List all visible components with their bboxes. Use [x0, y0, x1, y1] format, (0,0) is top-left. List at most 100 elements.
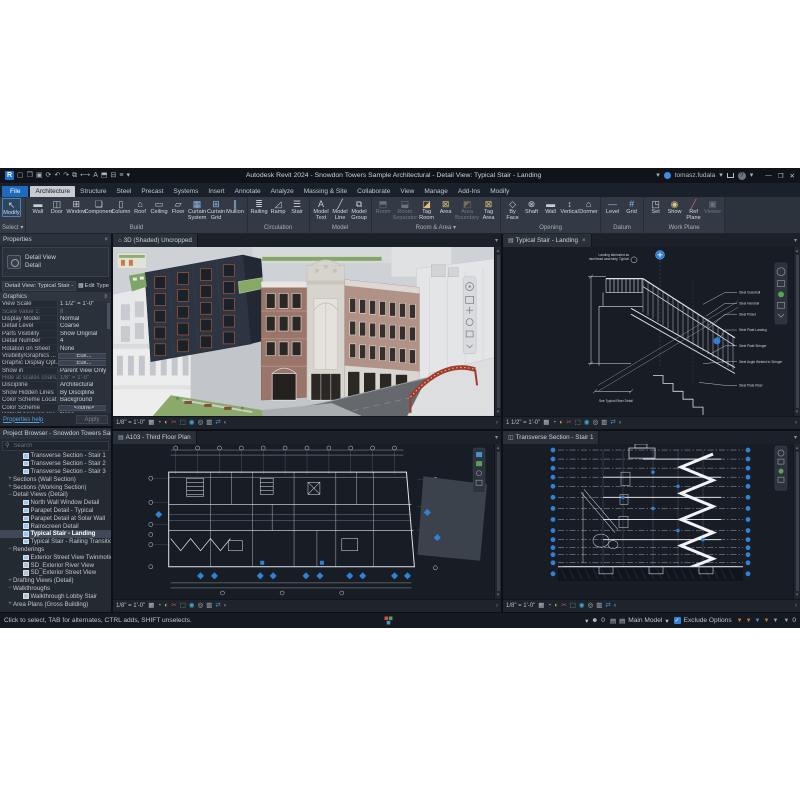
sun-path-icon[interactable]: ◐ — [554, 603, 558, 610]
chevron-down-icon[interactable]: ▾ — [719, 172, 723, 179]
checkbox-checked-icon[interactable]: ✓ — [674, 617, 681, 624]
ribbon-button[interactable]: ▬Wall — [541, 198, 560, 215]
crop-view-icon[interactable]: ✂ — [561, 603, 566, 610]
visual-style-icon[interactable]: ▦ — [148, 603, 154, 610]
ribbon-tab[interactable]: Analyze — [266, 186, 299, 197]
pan-right-icon[interactable]: › — [795, 420, 797, 426]
vertical-scrollbar[interactable]: ▴▾ — [494, 444, 501, 599]
scale-button[interactable]: 1/8" = 1'-0" — [116, 420, 145, 426]
reveal-constraints-icon[interactable]: ⇄ — [215, 420, 220, 427]
show-crop-region-icon[interactable]: ⬚ — [570, 603, 576, 610]
ribbon-button[interactable]: #Grid — [622, 198, 641, 215]
property-row[interactable]: Default Analysis Dis... None — [0, 412, 111, 413]
ribbon-button[interactable]: ◳Set — [646, 198, 665, 215]
signed-in-user[interactable]: tomasz.fudala — [675, 172, 715, 179]
worksharing-display-icon[interactable]: ▥ — [601, 420, 607, 427]
scroll-left-icon[interactable]: ‹ — [224, 420, 226, 427]
scale-button[interactable]: 1/8" = 1'-0" — [116, 603, 145, 609]
show-crop-region-icon[interactable]: ⬚ — [575, 420, 581, 427]
tree-item[interactable]: Transverse Section - Stair 2 — [0, 460, 111, 468]
reveal-hidden-icon[interactable]: ◉ — [579, 603, 585, 610]
reveal-constraints-icon[interactable]: ⇄ — [215, 603, 220, 610]
tree-item[interactable]: North Wall Window Detail — [0, 499, 111, 507]
worksharing-display-icon[interactable]: ▥ — [596, 603, 602, 610]
crop-view-icon[interactable]: ✂ — [566, 420, 571, 427]
worksharing-display-icon[interactable]: ▥ — [206, 603, 212, 610]
text[interactable]: A — [93, 172, 98, 179]
ribbon-tab[interactable]: Add-Ins — [453, 186, 485, 197]
reveal-hidden-icon[interactable]: ◉ — [189, 603, 195, 610]
show-crop-region-icon[interactable]: ⬚ — [180, 420, 186, 427]
temporary-hide-icon[interactable]: ◎ — [593, 420, 599, 427]
minimize-button[interactable]: — — [765, 172, 772, 180]
sun-path-icon[interactable]: ◐ — [559, 420, 563, 427]
tree-item[interactable]: SD_Exterior River View — [0, 561, 111, 569]
editable-only-group[interactable]: ▾ ☻ 0 — [585, 617, 605, 625]
ribbon-tab[interactable]: Modify — [485, 186, 514, 197]
tab-3d-shaded-uncropped[interactable]: ⌂3D (Shaded) Uncropped — [113, 234, 198, 247]
ribbon-tab[interactable]: Massing & Site — [299, 186, 352, 197]
tree-item[interactable]: Typical Stair - Landing — [0, 530, 111, 538]
vertical-scrollbar[interactable]: ▴▾ — [793, 444, 800, 599]
ribbon-tab[interactable]: Annotate — [230, 186, 266, 197]
tree-item[interactable]: Transverse Section - Stair 1 — [0, 452, 111, 460]
ribbon-button[interactable]: ◫Door — [47, 198, 66, 215]
close-button[interactable]: ✕ — [790, 172, 795, 180]
temporary-hide-icon[interactable]: ◎ — [198, 603, 204, 610]
tree-item[interactable]: Rainscreen Detail — [0, 522, 111, 530]
ribbon-button[interactable]: ⧉Model Group — [350, 198, 369, 221]
avatar[interactable] — [664, 172, 671, 179]
visual-style-icon[interactable]: ▦ — [148, 420, 154, 427]
properties-scrollbar[interactable] — [106, 301, 111, 413]
crop-view-icon[interactable]: ✂ — [171, 603, 176, 610]
scroll-left-icon[interactable]: ‹ — [619, 420, 621, 427]
property-row[interactable]: Discipline Architectural — [0, 382, 111, 389]
restore-button[interactable]: ❐ — [778, 172, 784, 180]
ribbon-tab[interactable]: File — [2, 186, 28, 197]
pan-right-icon[interactable]: › — [496, 603, 498, 609]
ribbon-button[interactable]: ↖Modify — [2, 198, 21, 217]
ribbon-button[interactable]: ⬓Room Separator — [393, 198, 418, 221]
vertical-scrollbar[interactable]: ▴▾ — [494, 247, 501, 416]
scroll-left-icon[interactable]: ‹ — [614, 603, 616, 610]
tree-item[interactable]: Transverse Section - Stair 3 — [0, 468, 111, 476]
exclude-options-group[interactable]: ✓ Exclude Options — [674, 617, 732, 624]
filter-orange-icon[interactable]: ▼ — [737, 618, 743, 624]
ribbon-button[interactable]: ⌂Dormer — [579, 198, 598, 215]
property-row[interactable]: Detail Number 4 — [0, 338, 111, 345]
print[interactable]: ⧉ — [72, 172, 77, 179]
chevron-icon[interactable]: ▾ — [656, 172, 660, 179]
view-selector-dropdown[interactable]: Detail View: Typical Stair - Landin▾ — [2, 281, 76, 291]
tab-transverse-section-stair-1[interactable]: ◫Transverse Section - Stair 1 — [503, 431, 599, 444]
section-canvas[interactable] — [503, 444, 793, 599]
ribbon-button[interactable]: ╱Ref Plane — [684, 198, 703, 221]
ribbon-button[interactable]: ▦Curtain System — [188, 198, 207, 221]
tree-item[interactable]: Parapet Detail - Typical — [0, 507, 111, 515]
reveal-constraints-icon[interactable]: ⇄ — [610, 420, 615, 427]
revit-logo[interactable]: R — [5, 171, 14, 180]
ribbon-button[interactable]: ☰Stair — [288, 198, 307, 215]
tab-typical-stair-landing[interactable]: ▤Typical Stair - Landing× — [503, 234, 592, 247]
app-store-cart-icon[interactable] — [727, 173, 734, 178]
shadows-icon[interactable]: ◔ — [547, 603, 551, 610]
customize[interactable]: ▾ — [126, 172, 130, 179]
ribbon-tab[interactable]: Precast — [136, 186, 168, 197]
tree-item[interactable]: + Area Plans (Gross Building) — [0, 600, 111, 608]
tree-item[interactable]: Walkthrough Lobby Stair — [0, 592, 111, 600]
ribbon-button[interactable]: ╱Model Line — [331, 198, 350, 221]
visual-style-icon[interactable]: ▦ — [543, 420, 549, 427]
reveal-constraints-icon[interactable]: ⇄ — [605, 603, 610, 610]
type-selector[interactable]: Detail ViewDetail — [2, 247, 109, 277]
twinmotion-icon[interactable] — [384, 616, 393, 625]
ribbon-tab[interactable]: Collaborate — [352, 186, 395, 197]
ribbon-button[interactable]: ⬒Room — [374, 198, 393, 215]
ribbon-tab[interactable]: Steel — [112, 186, 137, 197]
tree-item[interactable]: Parapet Detail at Solar Wall — [0, 514, 111, 522]
property-row[interactable]: Color Scheme Locat... Background — [0, 397, 111, 404]
panel-caption[interactable]: Select ▾ — [2, 224, 23, 233]
tree-item[interactable]: − Renderings — [0, 546, 111, 554]
panel-caption[interactable]: Room & Area ▾ — [374, 224, 499, 233]
ribbon-button[interactable]: ◿Ramp — [269, 198, 288, 215]
vertical-scrollbar[interactable]: ▴▾ — [793, 247, 800, 416]
temporary-hide-icon[interactable]: ◎ — [588, 603, 594, 610]
